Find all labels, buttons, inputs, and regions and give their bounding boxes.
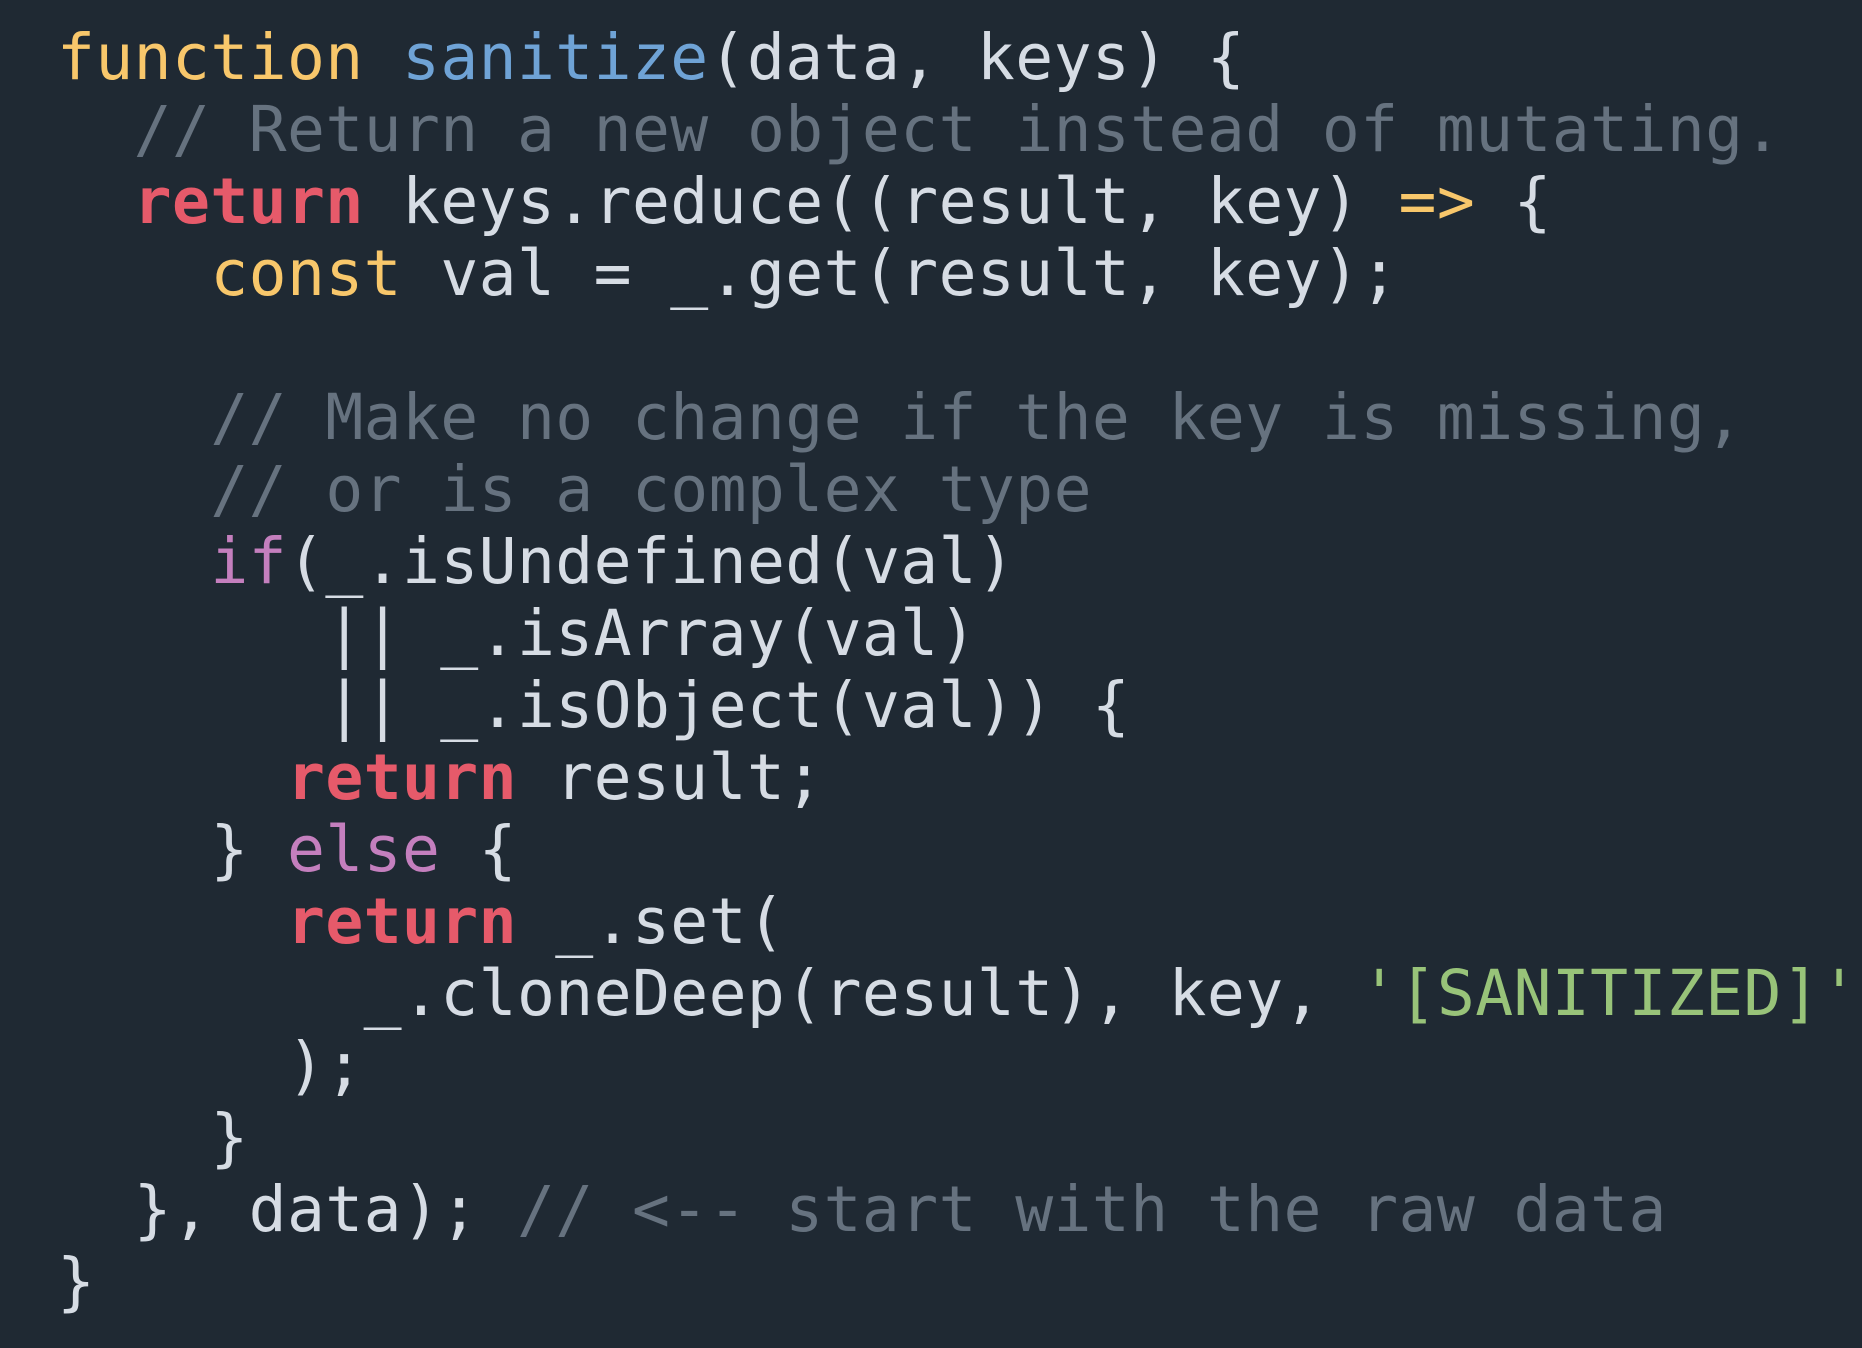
code-token-default: } [57, 1101, 249, 1174]
code-token-comment: // or is a complex type [210, 453, 1092, 526]
code-line: // or is a complex type [57, 454, 1862, 526]
code-token-string: '[SANITIZED]' [1360, 957, 1859, 1030]
code-token-default: _.cloneDeep(result), key, [57, 957, 1361, 1030]
code-line: } [57, 1246, 1862, 1318]
code-token-default [57, 237, 210, 310]
code-token-default [57, 453, 210, 526]
code-token-keyword-control: if [210, 525, 287, 598]
code-line: function sanitize(data, keys) { [57, 22, 1862, 94]
code-token-default [57, 885, 287, 958]
code-token-default: (_.isUndefined(val) [287, 525, 1016, 598]
code-token-default: { [440, 813, 517, 886]
code-line: } else { [57, 814, 1862, 886]
code-token-default: { [1475, 165, 1552, 238]
code-token-keyword-control: else [286, 813, 441, 886]
code-line: // Make no change if the key is missing, [57, 382, 1862, 454]
code-token-default: || _.isObject(val)) { [57, 669, 1131, 742]
code-line: // Return a new object instead of mutati… [57, 94, 1862, 166]
code-token-default: || _.isArray(val) [57, 597, 977, 670]
code-token-keyword-decl: function [57, 21, 364, 94]
code-token-comment: // Return a new object instead of mutati… [133, 93, 1782, 166]
code-line: return result; [57, 742, 1862, 814]
code-line: } [57, 1102, 1862, 1174]
code-line: || _.isObject(val)) { [57, 670, 1862, 742]
code-token-default: } [57, 813, 287, 886]
code-editor[interactable]: function sanitize(data, keys) { // Retur… [0, 0, 1862, 1348]
code-token-arrow: => [1398, 165, 1476, 238]
code-line: return _.set( [57, 886, 1862, 958]
code-token-default [57, 525, 210, 598]
code-token-default: }, data); [57, 1173, 517, 1246]
code-token-keyword-return: return [286, 741, 517, 814]
code-line: _.cloneDeep(result), key, '[SANITIZED]' [57, 958, 1862, 1030]
code-line: if(_.isUndefined(val) [57, 526, 1862, 598]
code-token-comment: // <-- start with the raw data [516, 1173, 1667, 1246]
code-token-keyword-return: return [286, 885, 517, 958]
code-token-default [57, 741, 287, 814]
code-token-default [57, 165, 134, 238]
code-line: || _.isArray(val) [57, 598, 1862, 670]
code-line: }, data); // <-- start with the raw data [57, 1174, 1862, 1246]
code-token-function-name: sanitize [401, 21, 709, 94]
code-line: const val = _.get(result, key); [57, 238, 1862, 310]
code-token-keyword-decl: const [210, 237, 402, 310]
code-token-default: (data, keys) { [708, 21, 1246, 94]
code-token-default: keys.reduce((result, key) [363, 165, 1399, 238]
code-token-default: } [57, 1245, 96, 1318]
code-token-default: _.set( [516, 885, 786, 958]
code-token-default: result; [516, 741, 824, 814]
code-token-default: val = _.get(result, key); [401, 237, 1399, 310]
code-token-default [57, 381, 210, 454]
code-line: ); [57, 1030, 1862, 1102]
code-token-keyword-return: return [133, 165, 364, 238]
code-line: return keys.reduce((result, key) => { [57, 166, 1862, 238]
code-token-default [57, 93, 134, 166]
code-token-default: ); [57, 1029, 364, 1102]
code-token-comment: // Make no change if the key is missing, [210, 381, 1744, 454]
code-token-default [364, 21, 402, 94]
